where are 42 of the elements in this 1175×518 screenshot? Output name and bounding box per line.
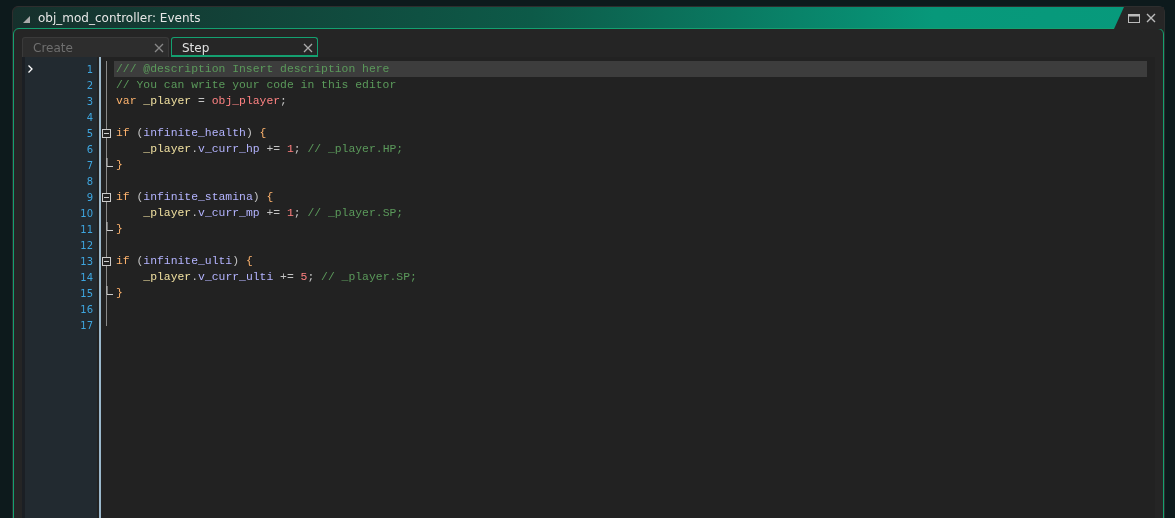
code-line: } xyxy=(116,159,123,171)
line-number: 3 xyxy=(85,95,94,107)
code-line: // You can write your code in this editor xyxy=(116,79,397,91)
line-number: 14 xyxy=(79,271,94,283)
fold-end-mark xyxy=(106,157,113,167)
window-title: obj_mod_controller: Events xyxy=(38,11,201,25)
line-number: 17 xyxy=(79,319,94,331)
code-line: } xyxy=(116,223,123,235)
code-line: if (infinite_ulti) { xyxy=(116,255,253,267)
fold-end-mark xyxy=(106,285,113,295)
collapse-icon[interactable] xyxy=(102,128,111,138)
line-number: 15 xyxy=(79,287,94,299)
line-number: 12 xyxy=(79,239,94,251)
line-number: 1 xyxy=(85,63,94,75)
code-line: var _player = obj_player; xyxy=(116,95,287,107)
line-number: 13 xyxy=(79,255,94,267)
collapse-icon[interactable] xyxy=(102,192,111,202)
code-line: _player.v_curr_mp += 1; // _player.SP; xyxy=(142,207,404,219)
line-number: 4 xyxy=(85,111,94,123)
line-number: 2 xyxy=(85,79,94,91)
code-line: if (infinite_health) { xyxy=(116,127,267,139)
line-number: 7 xyxy=(85,159,94,171)
close-icon[interactable] xyxy=(303,42,313,53)
line-number: 5 xyxy=(85,127,94,139)
line-number: 16 xyxy=(79,303,94,315)
close-icon[interactable] xyxy=(1146,13,1156,23)
line-number: 8 xyxy=(85,175,94,187)
code-line: } xyxy=(116,287,123,299)
line-number: 6 xyxy=(85,143,94,155)
code-line: /// @description Insert description here xyxy=(116,63,390,75)
code-line: _player.v_curr_hp += 1; // _player.HP; xyxy=(142,143,404,155)
triangle-icon[interactable] xyxy=(23,15,30,23)
tab[interactable]: Step xyxy=(171,37,318,57)
line-number: 10 xyxy=(79,207,94,219)
line-number: 11 xyxy=(79,223,94,235)
fold-end-mark xyxy=(106,221,113,231)
collapse-icon[interactable] xyxy=(102,256,111,266)
line-number: 9 xyxy=(85,191,94,203)
code-line: if (infinite_stamina) { xyxy=(116,191,274,203)
close-icon[interactable] xyxy=(154,42,164,53)
code-line: _player.v_curr_ulti += 5; // _player.SP; xyxy=(142,271,417,283)
maximize-icon[interactable] xyxy=(1128,13,1140,23)
